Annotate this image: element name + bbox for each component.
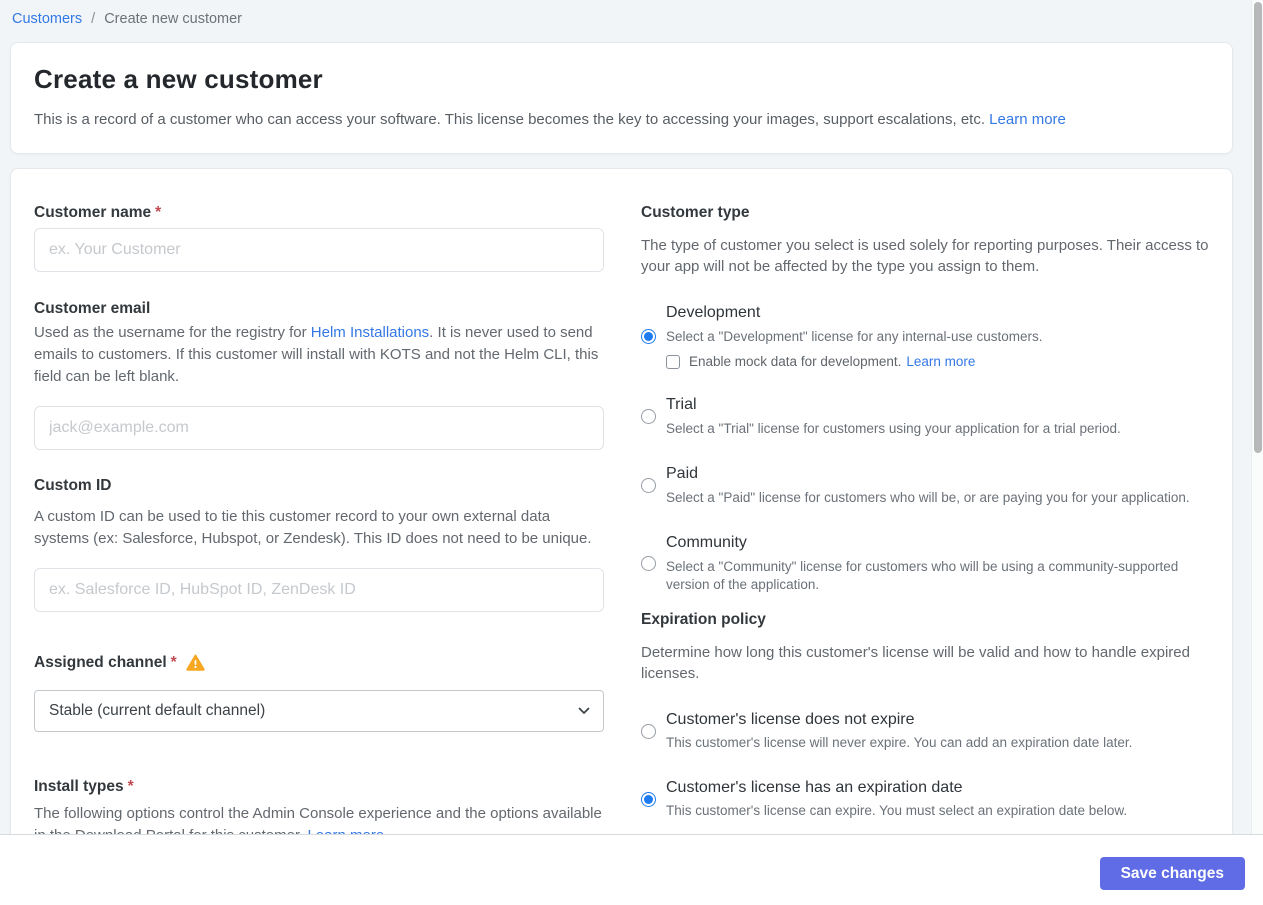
customer-type-option-development: Development Select a "Development" licen… (641, 303, 1209, 369)
customer-name-label: Customer name * (34, 204, 162, 221)
community-option-label[interactable]: Community (666, 533, 1209, 552)
header-card: Create a new customer This is a record o… (10, 42, 1233, 154)
warning-triangle-icon (186, 654, 205, 671)
breadcrumb: Customers / Create new customer (0, 0, 1263, 27)
assigned-channel-label: Assigned channel * (34, 653, 604, 672)
customer-type-option-paid: Paid Select a "Paid" license for custome… (641, 464, 1209, 507)
no-expire-option-label[interactable]: Customer's license does not expire (666, 710, 1132, 729)
header-learn-more-link[interactable]: Learn more (989, 111, 1066, 128)
chevron-down-icon (578, 702, 590, 720)
save-changes-button[interactable]: Save changes (1099, 857, 1245, 890)
scrollbar-thumb[interactable] (1254, 2, 1262, 453)
paid-option-description: Select a "Paid" license for customers wh… (666, 490, 1190, 505)
customer-email-description: Used as the username for the registry fo… (34, 324, 599, 385)
customer-email-input[interactable] (34, 406, 604, 450)
footer-bar: Save changes (0, 834, 1263, 905)
page-description: This is a record of a customer who can a… (34, 109, 1209, 130)
breadcrumb-current: Create new customer (104, 11, 243, 27)
page-title: Create a new customer (34, 64, 323, 94)
mock-data-checkbox-label[interactable]: Enable mock data for development. (689, 354, 901, 369)
custom-id-input[interactable] (34, 568, 604, 612)
assigned-channel-select[interactable]: Stable (current default channel) (34, 690, 604, 732)
has-expiration-option-description: This customer's license can expire. You … (666, 803, 1128, 818)
customer-form-card: Customer name* Customer email Used as th… (10, 168, 1233, 888)
expiration-option-has-date: Customer's license has an expiration dat… (641, 778, 1209, 820)
development-radio[interactable] (641, 328, 656, 344)
expiration-policy-label: Expiration policy (641, 611, 766, 628)
has-expiration-option-label[interactable]: Customer's license has an expiration dat… (666, 778, 1127, 797)
helm-installations-link[interactable]: Helm Installations (311, 324, 429, 341)
no-expire-radio[interactable] (641, 723, 656, 739)
custom-id-description: A custom ID can be used to tie this cust… (34, 508, 592, 547)
required-asterisk: * (170, 654, 177, 671)
page-description-text: This is a record of a customer who can a… (34, 111, 985, 128)
expiration-option-no-expire: Customer's license does not expire This … (641, 710, 1209, 752)
customer-type-option-community: Community Select a "Community" license f… (641, 533, 1209, 594)
trial-radio[interactable] (641, 409, 656, 424)
required-asterisk: * (155, 204, 162, 221)
breadcrumb-customers-link[interactable]: Customers (12, 11, 82, 27)
create-customer-page: Customers / Create new customer Create a… (0, 0, 1263, 905)
paid-radio[interactable] (641, 478, 656, 493)
customer-email-label: Customer email (34, 300, 151, 317)
development-option-description: Select a "Development" license for any i… (666, 329, 1043, 344)
trial-option-label[interactable]: Trial (666, 395, 1121, 414)
mock-data-checkbox-row: Enable mock data for development. Learn … (666, 354, 1043, 369)
trial-option-description: Select a "Trial" license for customers u… (666, 421, 1121, 436)
community-radio[interactable] (641, 556, 656, 571)
mock-data-learn-more-link[interactable]: Learn more (906, 354, 975, 369)
customer-type-description: The type of customer you select is used … (641, 237, 1209, 275)
form-left-column: Customer name* Customer email Used as th… (34, 203, 604, 847)
form-right-column: Customer type The type of customer you s… (641, 203, 1209, 820)
expiration-policy-description: Determine how long this customer's licen… (641, 644, 1190, 682)
has-expiration-radio[interactable] (641, 791, 656, 807)
no-expire-option-description: This customer's license will never expir… (666, 735, 1133, 750)
breadcrumb-separator: / (91, 11, 96, 27)
customer-type-option-trial: Trial Select a "Trial" license for custo… (641, 395, 1209, 438)
mock-data-checkbox[interactable] (666, 354, 680, 369)
customer-name-input[interactable] (34, 228, 604, 272)
assigned-channel-selected-value: Stable (current default channel) (49, 702, 266, 719)
custom-id-label: Custom ID (34, 477, 112, 494)
scrollbar-track[interactable] (1251, 0, 1263, 834)
development-option-label[interactable]: Development (666, 303, 1043, 322)
community-option-description: Select a "Community" license for custome… (666, 559, 1179, 592)
customer-type-label: Customer type (641, 204, 750, 221)
install-types-label: Install types * (34, 778, 134, 795)
paid-option-label[interactable]: Paid (666, 464, 1190, 483)
required-asterisk: * (127, 778, 134, 795)
